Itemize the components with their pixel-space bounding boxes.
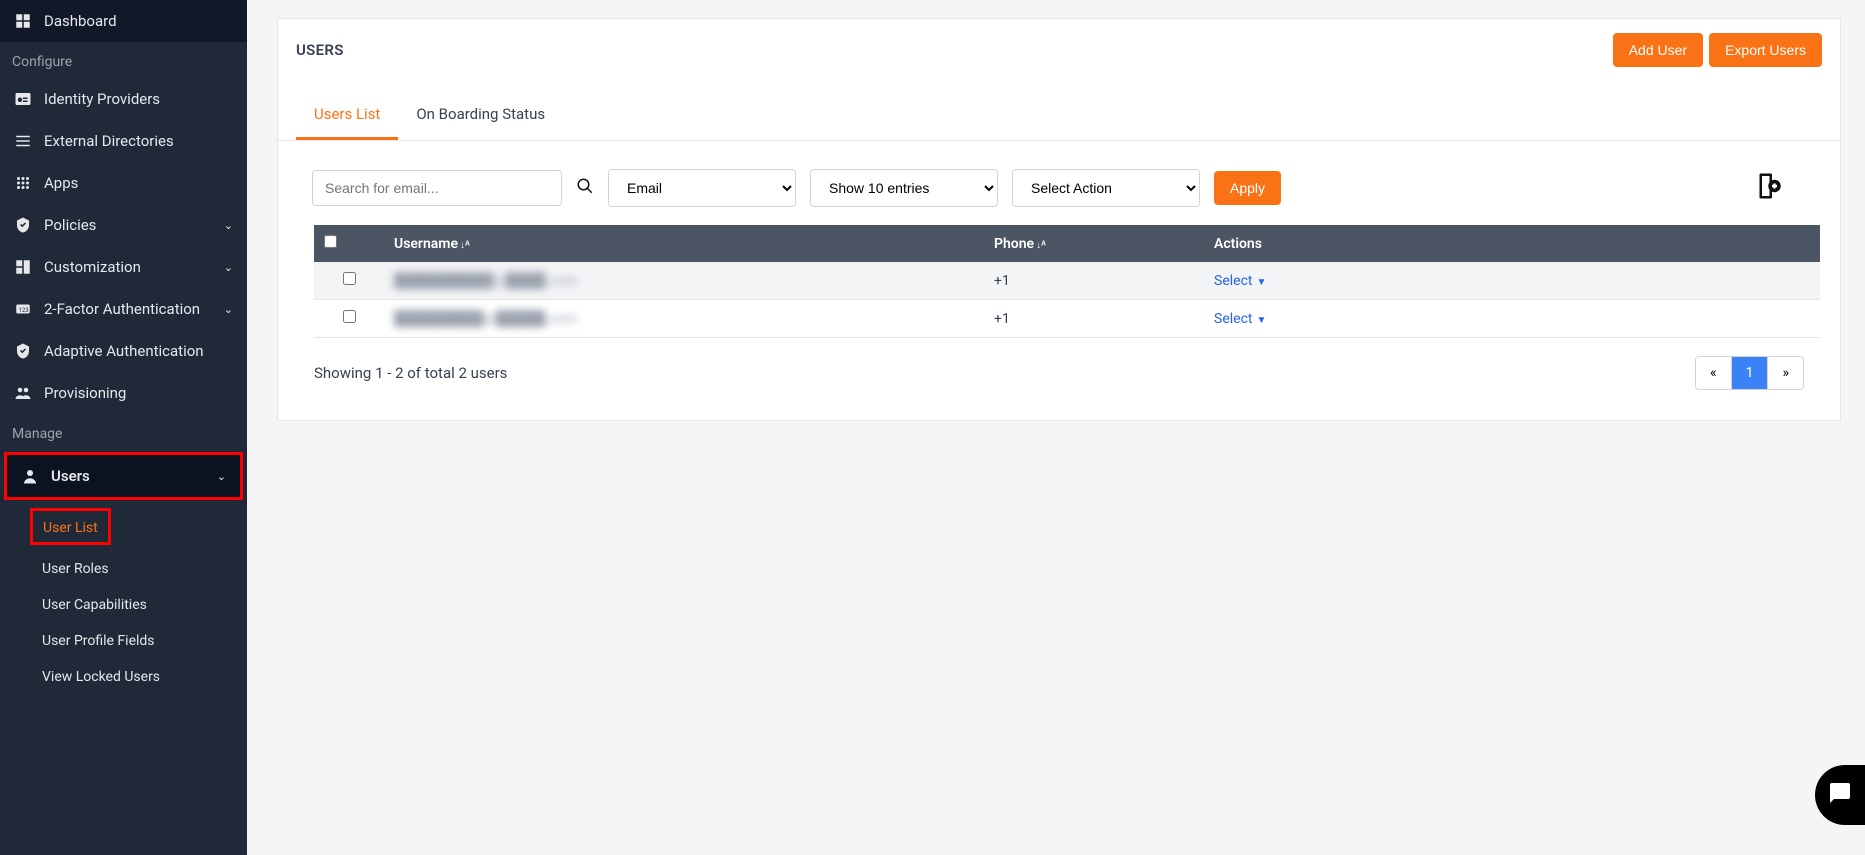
sidebar-item-2fa[interactable]: 123 2-Factor Authentication ⌄ [0, 288, 247, 330]
action-select[interactable]: Select Action [1012, 169, 1200, 207]
sidebar-item-label: Policies [44, 216, 96, 234]
id-card-icon [14, 90, 32, 108]
export-users-button[interactable]: Export Users [1709, 33, 1822, 67]
col-checkbox [314, 225, 384, 262]
row-checkbox[interactable] [343, 272, 356, 285]
user-icon [21, 467, 39, 485]
sidebar-section-manage: Manage [0, 414, 247, 450]
sidebar-item-label: Dashboard [44, 12, 117, 30]
row-action-select[interactable]: Select▼ [1214, 311, 1266, 327]
two-factor-icon: 123 [14, 300, 32, 318]
sidebar-subitem-user-profile-fields[interactable]: User Profile Fields [0, 623, 247, 659]
entries-select[interactable]: Show 10 entries [810, 169, 998, 207]
customize-icon [14, 258, 32, 276]
list-icon [14, 132, 32, 150]
chevron-down-icon: ⌄ [217, 470, 226, 483]
page-1[interactable]: 1 [1732, 357, 1769, 389]
sidebar-item-policies[interactable]: Policies ⌄ [0, 204, 247, 246]
chevron-down-icon: ⌄ [224, 261, 233, 274]
tab-users-list[interactable]: Users List [296, 91, 398, 140]
sidebar-item-provisioning[interactable]: Provisioning [0, 372, 247, 414]
sort-icon: ↓ᴬ [460, 240, 470, 251]
device-add-icon [1752, 186, 1782, 205]
col-username[interactable]: Username↓ᴬ [384, 225, 984, 262]
row-checkbox[interactable] [343, 310, 356, 323]
col-phone[interactable]: Phone↓ᴬ [984, 225, 1204, 262]
tab-onboarding-status[interactable]: On Boarding Status [398, 91, 563, 140]
row-action-select[interactable]: Select▼ [1214, 273, 1266, 289]
sidebar-subitem-label: View Locked Users [42, 669, 160, 685]
search-icon [576, 179, 594, 199]
sidebar-item-adaptive-auth[interactable]: Adaptive Authentication [0, 330, 247, 372]
main-content: USERS Add User Export Users Users List O… [247, 0, 1865, 421]
add-device-button[interactable] [1752, 171, 1782, 205]
sidebar-item-label: 2-Factor Authentication [44, 300, 200, 318]
table-footer: Showing 1 - 2 of total 2 users « 1 » [278, 338, 1840, 420]
chevron-down-icon: ⌄ [224, 219, 233, 232]
page-prev[interactable]: « [1696, 357, 1732, 389]
sort-icon: ↓ᴬ [1036, 240, 1046, 251]
sidebar-subitem-view-locked-users[interactable]: View Locked Users [0, 659, 247, 695]
cell-phone: +1 [994, 311, 1010, 327]
sidebar-item-label: Adaptive Authentication [44, 342, 204, 360]
chat-fab[interactable] [1815, 765, 1865, 825]
sidebar-item-label: Users [51, 467, 90, 485]
caret-down-icon: ▼ [1256, 315, 1266, 326]
sidebar-item-label: Apps [44, 174, 78, 192]
controls-row: Email Show 10 entries Select Action Appl… [278, 141, 1840, 225]
sidebar: Dashboard Configure Identity Providers E… [0, 0, 247, 855]
sidebar-subitem-label: User Profile Fields [42, 633, 155, 649]
sidebar-item-label: Identity Providers [44, 90, 160, 108]
apps-icon [14, 174, 32, 192]
sidebar-subitem-label: User List [43, 520, 98, 536]
sidebar-subitem-user-roles[interactable]: User Roles [0, 551, 247, 587]
dashboard-icon [14, 12, 32, 30]
sidebar-item-apps[interactable]: Apps [0, 162, 247, 204]
search-button[interactable] [576, 177, 594, 200]
col-actions: Actions [1204, 225, 1820, 262]
sidebar-subitem-user-capabilities[interactable]: User Capabilities [0, 587, 247, 623]
sidebar-item-label: Customization [44, 258, 141, 276]
select-all-checkbox[interactable] [324, 235, 337, 248]
filter-field-select[interactable]: Email [608, 169, 796, 207]
shield-check-icon [14, 342, 32, 360]
table-row: █████████@█████.com +1 Select▼ [314, 300, 1820, 338]
sidebar-item-label: Provisioning [44, 384, 126, 402]
sidebar-item-identity-providers[interactable]: Identity Providers [0, 78, 247, 120]
cell-phone: +1 [994, 273, 1010, 289]
page-next[interactable]: » [1768, 357, 1803, 389]
chat-icon [1828, 781, 1852, 809]
sidebar-item-customization[interactable]: Customization ⌄ [0, 246, 247, 288]
users-card: USERS Add User Export Users Users List O… [277, 18, 1841, 421]
cell-username: █████████@█████.com [394, 311, 577, 327]
tabs: Users List On Boarding Status [278, 91, 1840, 141]
users-table: Username↓ᴬ Phone↓ᴬ Actions ██████████@██… [314, 225, 1820, 338]
apply-button[interactable]: Apply [1214, 171, 1281, 205]
sidebar-item-external-directories[interactable]: External Directories [0, 120, 247, 162]
sidebar-section-configure: Configure [0, 42, 247, 78]
sidebar-item-dashboard[interactable]: Dashboard [0, 0, 247, 42]
chevron-down-icon: ⌄ [224, 303, 233, 316]
svg-text:123: 123 [19, 307, 29, 314]
provisioning-icon [14, 384, 32, 402]
add-user-button[interactable]: Add User [1613, 33, 1703, 67]
sidebar-item-label: External Directories [44, 132, 174, 150]
table-row: ██████████@████.com +1 Select▼ [314, 262, 1820, 300]
sidebar-subitem-label: User Roles [42, 561, 109, 577]
search-input[interactable] [312, 170, 562, 206]
sidebar-subitem-user-list[interactable]: User List [30, 508, 111, 545]
page-title: USERS [296, 41, 344, 59]
pagination: « 1 » [1695, 356, 1804, 390]
header-actions: Add User Export Users [1613, 33, 1822, 67]
shield-search-icon [14, 216, 32, 234]
showing-text: Showing 1 - 2 of total 2 users [314, 364, 507, 382]
card-header: USERS Add User Export Users [278, 19, 1840, 81]
sidebar-subitem-label: User Capabilities [42, 597, 147, 613]
sidebar-item-users[interactable]: Users ⌄ [4, 452, 243, 500]
caret-down-icon: ▼ [1256, 277, 1266, 288]
cell-username: ██████████@████.com [394, 273, 577, 289]
